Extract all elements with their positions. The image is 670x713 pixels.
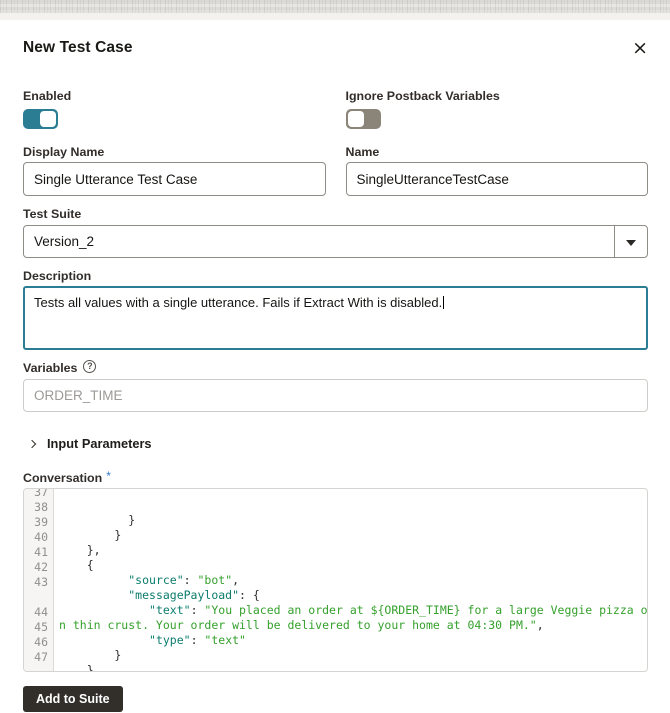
- ignore-postback-label: Ignore Postback Variables: [346, 89, 649, 104]
- enabled-field: Enabled: [23, 89, 326, 129]
- text-cursor: [443, 296, 444, 309]
- variables-input[interactable]: [23, 379, 648, 412]
- dropdown-arrow-icon[interactable]: [626, 240, 636, 246]
- required-marker: *: [106, 469, 111, 483]
- enabled-toggle[interactable]: [23, 109, 58, 129]
- test-suite-select[interactable]: Version_2: [23, 225, 648, 258]
- ignore-postback-field: Ignore Postback Variables: [346, 89, 649, 129]
- name-fields-row: Display Name Name: [23, 145, 648, 196]
- dialog-footer: Add to Suite: [23, 686, 648, 712]
- new-test-case-dialog: New Test Case × Enabled Ignore Postback …: [0, 39, 670, 712]
- description-label: Description: [23, 269, 648, 284]
- name-label: Name: [346, 145, 649, 160]
- test-suite-value: Version_2: [34, 234, 94, 249]
- display-name-label: Display Name: [23, 145, 326, 160]
- conversation-code-area[interactable]: } } }, { "source": "bot", "messagePayloa…: [54, 489, 647, 671]
- help-icon[interactable]: ?: [83, 360, 96, 373]
- toggle-thumb: [40, 111, 56, 127]
- name-field: Name: [346, 145, 649, 196]
- conversation-code-editor: 37383940414243 44454647 } } }, { "source…: [23, 488, 648, 672]
- enabled-label: Enabled: [23, 89, 326, 104]
- description-field: Description Tests all values with a sing…: [23, 269, 648, 350]
- toggle-thumb: [348, 111, 364, 127]
- test-suite-field: Test Suite Version_2: [23, 207, 648, 258]
- editor-gutter: 37383940414243 44454647: [24, 489, 53, 665]
- input-parameters-label: Input Parameters: [47, 436, 152, 451]
- name-input[interactable]: [346, 162, 649, 196]
- ignore-postback-toggle[interactable]: [346, 109, 381, 129]
- toggles-row: Enabled Ignore Postback Variables: [23, 89, 648, 129]
- description-text: Tests all values with a single utterance…: [34, 295, 442, 310]
- dialog-header: New Test Case ×: [23, 39, 648, 57]
- test-suite-label: Test Suite: [23, 207, 648, 222]
- description-textarea[interactable]: Tests all values with a single utterance…: [23, 286, 648, 350]
- variables-field: Variables?: [23, 361, 648, 412]
- page-texture-band-edge: [0, 13, 670, 20]
- conversation-label-row: Conversation *: [23, 469, 648, 487]
- editor-code: } } }, { "source": "bot", "messagePayloa…: [59, 513, 647, 671]
- close-button[interactable]: ×: [632, 40, 648, 56]
- editor-line-number-gutter: 37383940414243 44454647: [24, 489, 54, 671]
- dialog-title: New Test Case: [23, 39, 133, 57]
- input-parameters-expander[interactable]: Input Parameters: [23, 436, 648, 451]
- page-texture-band: [0, 0, 670, 13]
- display-name-input[interactable]: [23, 162, 326, 196]
- variables-label: Variables?: [23, 361, 648, 376]
- conversation-label: Conversation: [23, 471, 102, 485]
- close-icon: ×: [632, 37, 648, 59]
- display-name-field: Display Name: [23, 145, 326, 196]
- chevron-right-icon: [28, 439, 36, 447]
- select-divider: [614, 226, 615, 257]
- add-to-suite-button[interactable]: Add to Suite: [23, 686, 123, 712]
